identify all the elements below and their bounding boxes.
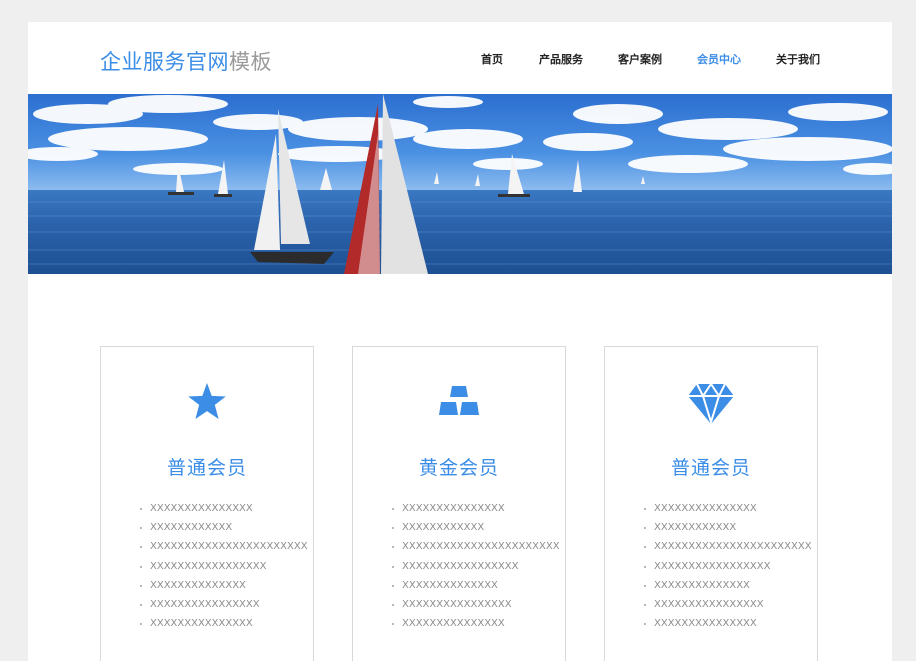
page: 企业服务官网模板 首页 产品服务 客户案例 会员中心 关于我们 普通会员 XXX… xyxy=(28,22,892,661)
membership-card-regular[interactable]: 普通会员 XXXXXXXXXXXXXXX XXXXXXXXXXXX XXXXXX… xyxy=(100,346,314,661)
gold-bars-icon xyxy=(439,386,479,415)
benefit-list: XXXXXXXXXXXXXXX XXXXXXXXXXXX XXXXXXXXXXX… xyxy=(643,499,812,633)
list-item: XXXXXXXXXXXXXXX xyxy=(139,499,308,518)
list-item: XXXXXXXXXXXXXXXX xyxy=(391,595,560,614)
nav-item-cases[interactable]: 客户案例 xyxy=(618,51,662,67)
site-header: 企业服务官网模板 首页 产品服务 客户案例 会员中心 关于我们 xyxy=(28,22,892,94)
nav-item-members[interactable]: 会员中心 xyxy=(697,51,741,67)
list-item: XXXXXXXXXXXXXX xyxy=(139,576,308,595)
diamond-icon xyxy=(688,383,734,425)
list-item: XXXXXXXXXXXXXXX xyxy=(391,614,560,633)
star-icon xyxy=(188,383,226,419)
card-title: 普通会员 xyxy=(166,457,247,479)
list-item: XXXXXXXXXXXXXXXXX xyxy=(643,557,812,576)
list-item: XXXXXXXXXXXXXXX xyxy=(391,499,560,518)
nav-item-products[interactable]: 产品服务 xyxy=(539,51,583,67)
list-item: XXXXXXXXXXXXXXXX xyxy=(139,595,308,614)
logo-secondary-text: 模板 xyxy=(229,50,272,74)
list-item: XXXXXXXXXXXXXXXXXXXXXXX xyxy=(391,537,560,556)
benefit-list: XXXXXXXXXXXXXXX XXXXXXXXXXXX XXXXXXXXXXX… xyxy=(391,499,560,633)
logo-primary-text: 企业服务官网 xyxy=(100,50,229,74)
list-item: XXXXXXXXXXXX xyxy=(643,518,812,537)
card-title: 黄金会员 xyxy=(418,457,499,479)
site-logo[interactable]: 企业服务官网模板 xyxy=(100,46,272,76)
list-item: XXXXXXXXXXXXXXX xyxy=(643,499,812,518)
card-title: 普通会员 xyxy=(670,457,751,479)
list-item: XXXXXXXXXXXXXXXXXXXXXXX xyxy=(643,537,812,556)
list-item: XXXXXXXXXXXXXX xyxy=(643,576,812,595)
list-item: XXXXXXXXXXXXXXXXXXXXXXX xyxy=(139,537,308,556)
membership-card-diamond[interactable]: 普通会员 XXXXXXXXXXXXXXX XXXXXXXXXXXX XXXXXX… xyxy=(604,346,818,661)
benefit-list: XXXXXXXXXXXXXXX XXXXXXXXXXXX XXXXXXXXXXX… xyxy=(139,499,308,633)
nav-item-about[interactable]: 关于我们 xyxy=(776,51,820,67)
list-item: XXXXXXXXXXXX xyxy=(139,518,308,537)
list-item: XXXXXXXXXXXXXXXXX xyxy=(139,557,308,576)
list-item: XXXXXXXXXXXXXXX xyxy=(643,614,812,633)
sailboats-photo xyxy=(28,94,892,274)
list-item: XXXXXXXXXXXX xyxy=(391,518,560,537)
list-item: XXXXXXXXXXXXXX xyxy=(391,576,560,595)
list-item: XXXXXXXXXXXXXXXXX xyxy=(391,557,560,576)
list-item: XXXXXXXXXXXXXXX xyxy=(139,614,308,633)
list-item: XXXXXXXXXXXXXXXX xyxy=(643,595,812,614)
membership-card-gold[interactable]: 黄金会员 XXXXXXXXXXXXXXX XXXXXXXXXXXX XXXXXX… xyxy=(352,346,566,661)
nav-item-home[interactable]: 首页 xyxy=(481,51,503,67)
hero-banner xyxy=(28,94,892,274)
